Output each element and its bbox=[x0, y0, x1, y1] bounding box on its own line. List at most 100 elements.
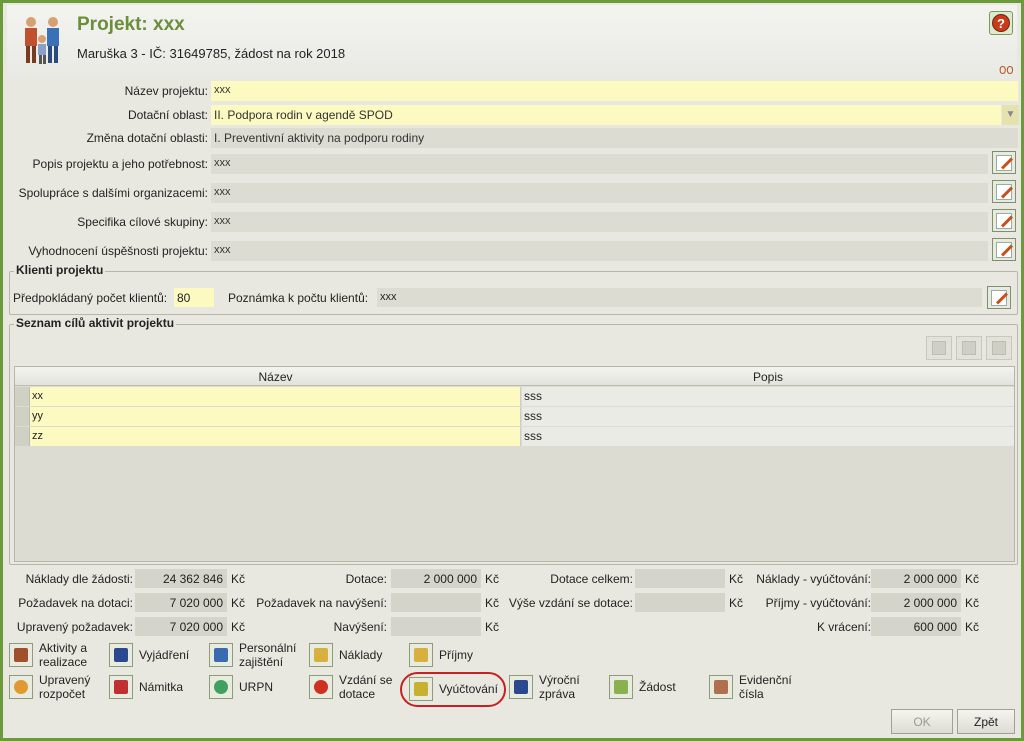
glasses-icon[interactable]: ൦൦ bbox=[998, 61, 1013, 78]
currency-label: Kč bbox=[231, 620, 246, 634]
row-oblast: Dotační oblast: II. Podpora rodin v agen… bbox=[7, 105, 1019, 125]
row-selector[interactable] bbox=[15, 427, 30, 446]
coins-minus-icon bbox=[309, 643, 333, 667]
row-selector[interactable] bbox=[15, 387, 30, 406]
book-icon bbox=[109, 643, 133, 667]
naklady-button[interactable]: Náklady bbox=[309, 640, 382, 670]
vzdani-button[interactable]: Vzdání se dotace bbox=[309, 672, 392, 702]
currency-label: Kč bbox=[485, 620, 500, 634]
help-icon: ? bbox=[992, 14, 1010, 32]
zmena-field[interactable]: I. Preventivní aktivity na podporu rodin… bbox=[211, 128, 1018, 148]
add-row-button[interactable] bbox=[926, 336, 952, 360]
delete-row-button[interactable] bbox=[986, 336, 1012, 360]
sum-dotace-celkem: Dotace celkem: Kč bbox=[503, 569, 753, 589]
urpn-button[interactable]: URPN bbox=[209, 672, 273, 702]
vzdani-label: Vzdání se dotace bbox=[339, 673, 392, 701]
pozadavek-navyseni-value bbox=[391, 593, 481, 612]
personalni-line2: zajištění bbox=[239, 655, 284, 669]
report-icon bbox=[509, 675, 533, 699]
currency-label: Kč bbox=[965, 572, 980, 586]
edit-poznamka-button[interactable] bbox=[987, 286, 1011, 309]
page-subtitle: Maruška 3 - IČ: 31649785, žádost na rok … bbox=[77, 46, 346, 61]
currency-label: Kč bbox=[729, 596, 744, 610]
vyse-vzdani-value bbox=[635, 593, 725, 612]
evidencni-button[interactable]: Evidenční čísla bbox=[709, 672, 792, 702]
nazev-field[interactable]: xxx bbox=[211, 81, 1018, 101]
oblast-label: Dotační oblast: bbox=[127, 108, 208, 122]
pocet-field[interactable]: 80 bbox=[174, 288, 214, 307]
column-nazev[interactable]: Název bbox=[30, 370, 521, 384]
spoluprace-field[interactable]: xxx bbox=[211, 183, 988, 203]
row-selector[interactable] bbox=[15, 407, 30, 426]
vyrocni-button[interactable]: Výroční zpráva bbox=[509, 672, 580, 702]
evidencni-line2: čísla bbox=[739, 687, 764, 701]
oblast-select[interactable]: II. Podpora rodin v agendě SPOD bbox=[211, 105, 1001, 125]
upraveny-label: Upravený požadavek: bbox=[16, 620, 133, 634]
cell-nazev: xx bbox=[30, 387, 521, 406]
edit-popis-button[interactable] bbox=[992, 151, 1016, 174]
project-window: Projekt: xxx Maruška 3 - IČ: 31649785, ž… bbox=[0, 0, 1024, 741]
document-pen-icon bbox=[609, 675, 633, 699]
spoluprace-label: Spolupráce s dalšími organizacemi: bbox=[18, 186, 208, 200]
currency-label: Kč bbox=[965, 620, 980, 634]
vyrocni-label: Výroční zpráva bbox=[539, 673, 580, 701]
specifika-field[interactable]: xxx bbox=[211, 212, 988, 232]
zadost-button[interactable]: Žádost bbox=[609, 672, 676, 702]
namitka-button[interactable]: Námitka bbox=[109, 672, 183, 702]
row-nazev: Název projektu: xxx bbox=[7, 81, 1018, 101]
naklady-button-label: Náklady bbox=[339, 648, 383, 662]
sum-vyse-vzdani: Výše vzdání se dotace: Kč bbox=[503, 593, 753, 613]
pozadavek-label: Požadavek na dotaci: bbox=[18, 596, 133, 610]
add-icon bbox=[932, 341, 946, 355]
pozadavek-navyseni-label: Požadavek na navýšení: bbox=[256, 596, 387, 610]
personalni-line1: Personální bbox=[239, 641, 297, 655]
vyhodnoceni-label: Vyhodnocení úspěšnosti projektu: bbox=[28, 244, 208, 258]
help-button[interactable]: ? bbox=[989, 11, 1013, 35]
zadost-label: Žádost bbox=[639, 680, 676, 694]
specifika-label: Specifika cílové skupiny: bbox=[77, 215, 208, 229]
popis-label: Popis projektu a jeho potřebnost: bbox=[32, 157, 208, 171]
popis-field[interactable]: xxx bbox=[211, 154, 988, 174]
back-button[interactable]: Zpět bbox=[957, 709, 1015, 734]
edit-row-button[interactable] bbox=[956, 336, 982, 360]
naklady-vyuct-label: Náklady - vyúčtování: bbox=[756, 572, 871, 586]
aktivity-button[interactable]: Aktivity a realizace bbox=[9, 640, 87, 670]
currency-label: Kč bbox=[729, 572, 744, 586]
dotace-celkem-value bbox=[635, 569, 725, 588]
urpn-label: URPN bbox=[239, 680, 274, 694]
dotace-celkem-label: Dotace celkem: bbox=[550, 572, 633, 586]
cancel-icon bbox=[309, 675, 333, 699]
family-icon bbox=[25, 17, 59, 64]
column-popis[interactable]: Popis bbox=[522, 370, 1014, 384]
vyhodnoceni-field[interactable]: xxx bbox=[211, 241, 988, 261]
sum-prijmy-vyuct: Příjmy - vyúčtování: 2 000 000 Kč bbox=[753, 593, 1013, 613]
navyseni-value bbox=[391, 617, 481, 636]
stamp-icon bbox=[709, 675, 733, 699]
k-vraceni-label: K vrácení: bbox=[816, 620, 871, 634]
evidencni-line1: Evidenční bbox=[739, 673, 792, 687]
edit-spoluprace-button[interactable] bbox=[992, 180, 1016, 203]
edit-vyhodnoceni-button[interactable] bbox=[992, 238, 1016, 261]
table-row[interactable]: zz sss bbox=[15, 427, 1014, 447]
prijmy-button[interactable]: Příjmy bbox=[409, 640, 473, 670]
table-row[interactable]: xx sss bbox=[15, 387, 1014, 407]
ok-button[interactable]: OK bbox=[891, 709, 953, 734]
currency-label: Kč bbox=[485, 572, 500, 586]
sum-pozadavek: Požadavek na dotaci: 7 020 000 Kč bbox=[3, 593, 253, 613]
naklady-vyuct-value: 2 000 000 bbox=[871, 569, 961, 588]
sum-naklady-vyuct: Náklady - vyúčtování: 2 000 000 Kč bbox=[753, 569, 1013, 589]
personalni-button[interactable]: Personální zajištění bbox=[209, 640, 296, 670]
vyjadreni-button[interactable]: Vyjádření bbox=[109, 640, 189, 670]
row-spoluprace: Spolupráce s dalšími organizacemi: xxx bbox=[7, 180, 1016, 203]
rozpocet-button[interactable]: Upravený rozpočet bbox=[9, 672, 90, 702]
poznamka-field[interactable]: xxx bbox=[377, 288, 982, 307]
rozpocet-label: Upravený rozpočet bbox=[39, 673, 90, 701]
cile-title: Seznam cílů aktivit projektu bbox=[14, 316, 177, 330]
vyrocni-line2: zpráva bbox=[539, 687, 576, 701]
chevron-down-icon[interactable]: ▼ bbox=[1002, 105, 1019, 125]
table-row[interactable]: yy sss bbox=[15, 407, 1014, 427]
edit-specifika-button[interactable] bbox=[992, 209, 1016, 232]
prijmy-vyuct-label: Příjmy - vyúčtování: bbox=[765, 596, 871, 610]
zmena-label: Změna dotační oblasti: bbox=[86, 131, 208, 145]
cell-nazev: zz bbox=[30, 427, 521, 446]
